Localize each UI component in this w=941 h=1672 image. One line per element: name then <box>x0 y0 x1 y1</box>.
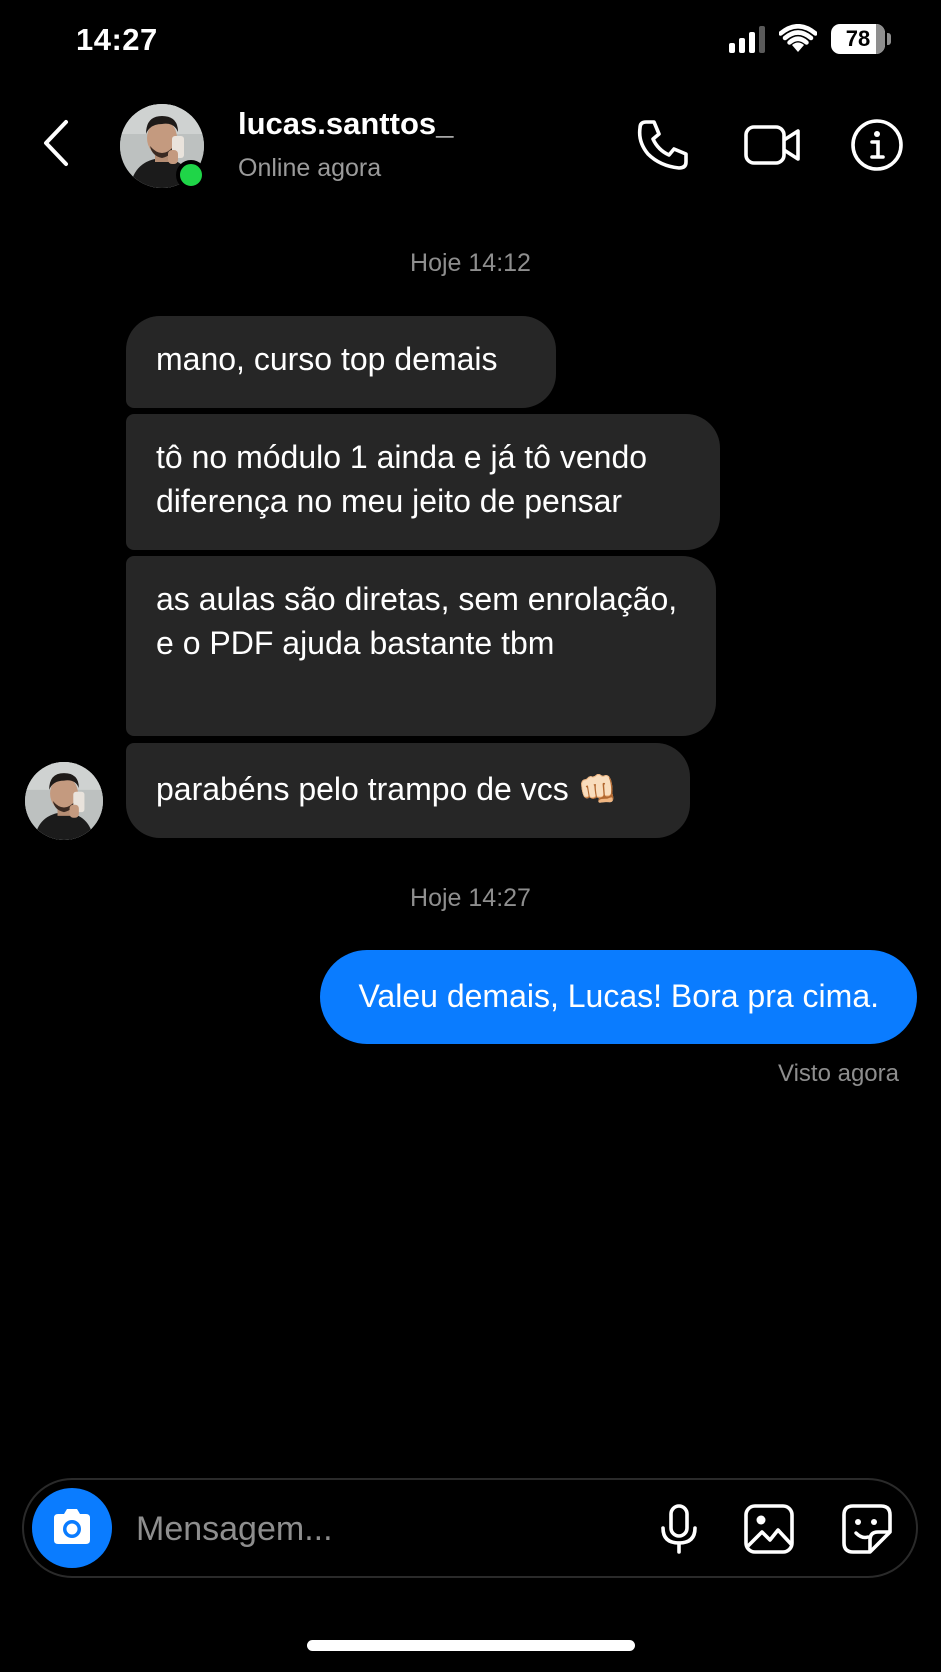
contact-status: Online agora <box>238 154 382 182</box>
message-composer <box>22 1478 918 1578</box>
phone-call-icon[interactable] <box>634 116 692 174</box>
received-message[interactable]: as aulas são diretas, sem enrolação, e o… <box>126 556 716 736</box>
chat-header: lucas.santtos_ Online agora <box>0 92 941 198</box>
status-bar: 14:27 78 <box>0 0 941 84</box>
sender-avatar[interactable] <box>25 762 103 840</box>
info-icon[interactable] <box>848 116 906 174</box>
camera-button[interactable] <box>32 1488 112 1568</box>
microphone-icon[interactable] <box>652 1502 706 1556</box>
received-message[interactable]: tô no módulo 1 ainda e já tô vendo difer… <box>126 414 720 550</box>
home-indicator[interactable] <box>307 1640 635 1651</box>
status-icons: 78 <box>729 24 891 54</box>
contact-username[interactable]: lucas.santtos_ <box>238 106 453 142</box>
conversation-timestamp: Hoje 14:12 <box>410 249 531 277</box>
conversation-timestamp: Hoje 14:27 <box>410 884 531 912</box>
seen-receipt: Visto agora <box>778 1060 899 1087</box>
battery-level: 78 <box>845 26 871 51</box>
camera-icon <box>54 1509 90 1544</box>
status-time: 14:27 <box>76 22 158 57</box>
message-input[interactable] <box>134 1498 618 1560</box>
online-indicator <box>176 160 206 190</box>
received-message[interactable]: parabéns pelo trampo de vcs 👊🏻 <box>126 743 690 838</box>
back-chevron-icon[interactable] <box>36 116 76 170</box>
battery-indicator: 78 <box>831 24 891 54</box>
wifi-icon <box>779 24 817 52</box>
gallery-image-icon[interactable] <box>742 1502 796 1556</box>
received-message[interactable]: mano, curso top demais <box>126 316 556 408</box>
header-avatar[interactable] <box>120 104 206 190</box>
cellular-signal-icon <box>729 25 765 53</box>
sticker-icon[interactable] <box>840 1502 894 1556</box>
video-call-icon[interactable] <box>742 116 802 174</box>
sent-message[interactable]: Valeu demais, Lucas! Bora pra cima. <box>320 950 917 1044</box>
battery-icon: 78 <box>831 24 885 54</box>
